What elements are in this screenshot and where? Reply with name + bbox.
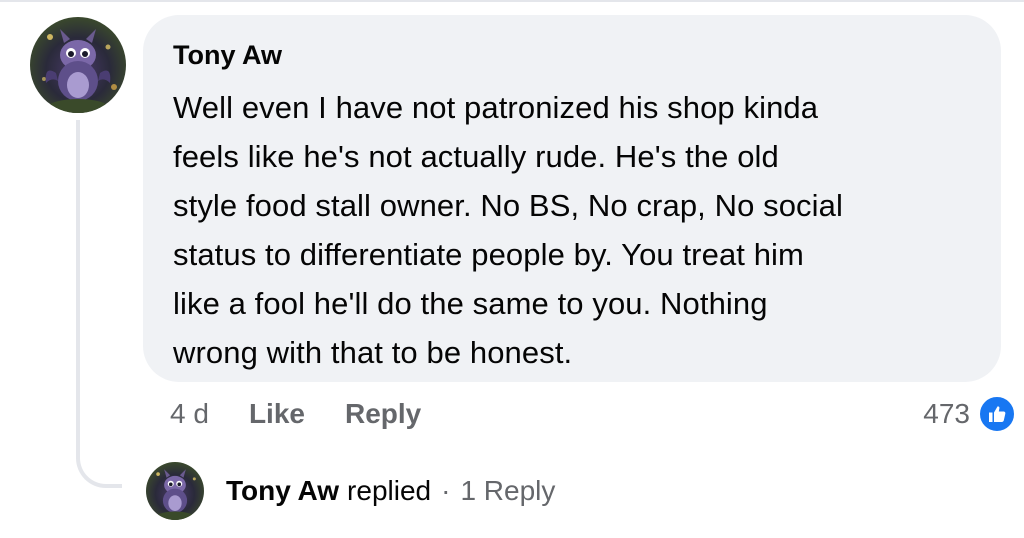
separator-dot: · [441, 475, 451, 506]
reply-button[interactable]: Reply [345, 398, 421, 430]
avatar[interactable] [30, 17, 126, 113]
comment-text: Well even I have not patronized his shop… [173, 90, 843, 370]
reply-count: 1 Reply [460, 475, 556, 506]
reply-summary-text[interactable]: Tony Aw replied · 1 Reply [226, 475, 555, 507]
reply-verb: replied [347, 475, 432, 506]
thumbs-up-icon [978, 395, 1016, 433]
thread-connector-line [76, 120, 122, 488]
comment-timestamp[interactable]: 4 d [170, 398, 209, 430]
reply-author: Tony Aw [226, 475, 340, 506]
reply-avatar[interactable] [146, 462, 204, 520]
view-replies-link[interactable]: Tony Aw replied · 1 Reply [146, 462, 555, 520]
reaction-count: 473 [923, 398, 970, 429]
top-divider [0, 0, 1024, 2]
reaction-summary[interactable]: 473 [923, 394, 1016, 434]
comment-actions: 4 d Like Reply [170, 396, 461, 432]
comment-author[interactable]: Tony Aw [173, 39, 981, 71]
dragon-avatar-icon [42, 29, 117, 113]
like-button[interactable]: Like [249, 398, 305, 430]
dragon-avatar-icon [156, 469, 196, 520]
comment-bubble: Tony Aw Well even I have not patronized … [143, 15, 1001, 382]
